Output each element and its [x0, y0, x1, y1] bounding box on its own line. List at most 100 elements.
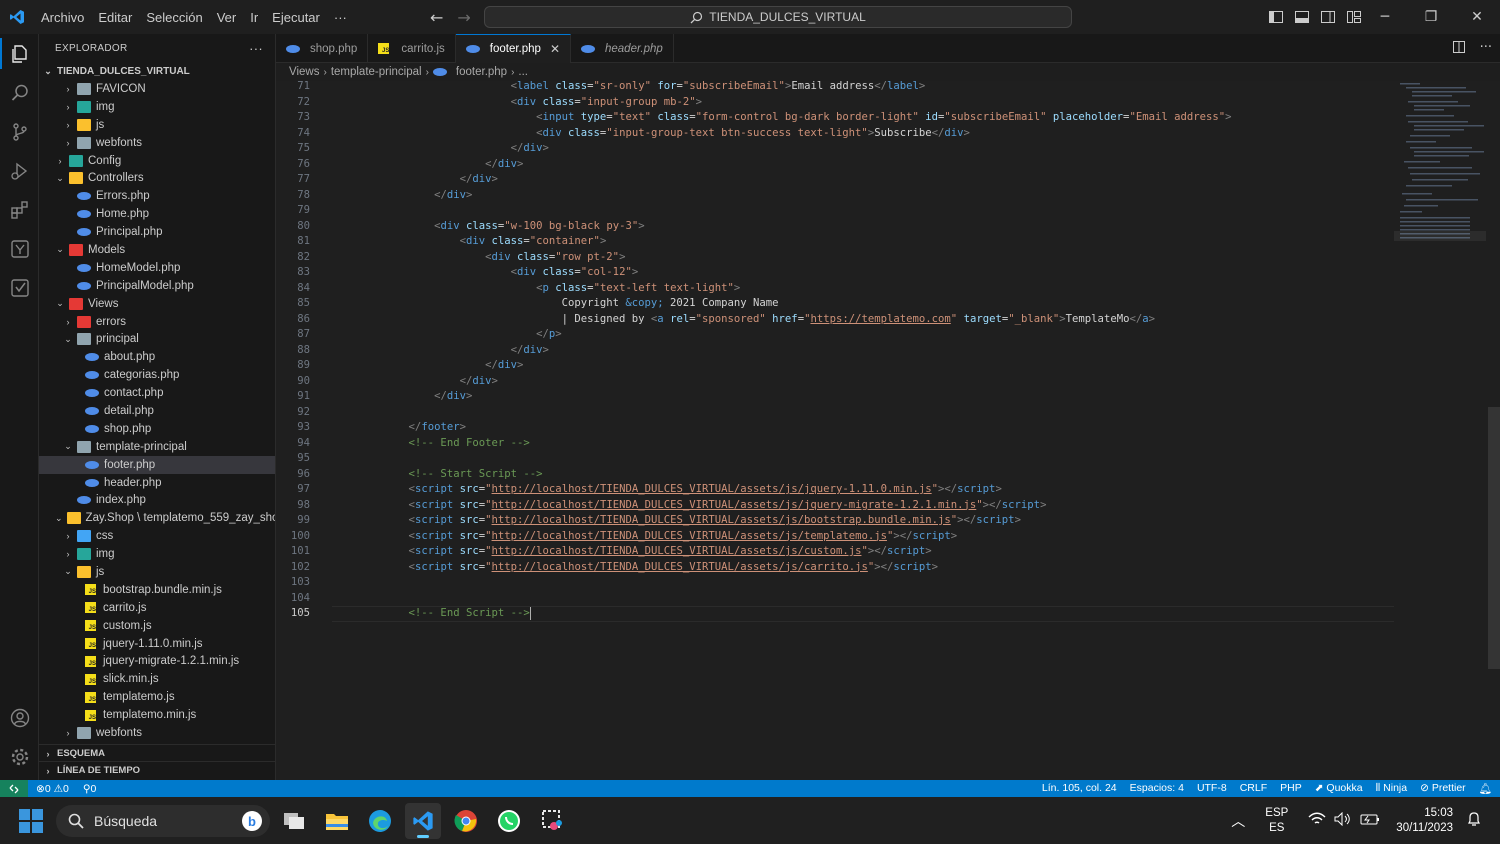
close-tab-icon[interactable]: ✕: [550, 42, 560, 56]
tree-folder[interactable]: › js: [39, 116, 275, 134]
token-url[interactable]: http://localhost/TIENDA_DULCES_VIRTUAL/a…: [492, 514, 951, 526]
snipping-tool-icon[interactable]: [534, 803, 570, 839]
menu-ejecutar[interactable]: Ejecutar: [265, 10, 327, 25]
tree-file[interactable]: footer.php: [39, 455, 275, 474]
breadcrumb-item[interactable]: Views: [289, 66, 319, 78]
explorer-icon[interactable]: [0, 34, 39, 73]
remote-explorer-icon[interactable]: [0, 229, 39, 268]
menu-archivo[interactable]: Archivo: [34, 10, 91, 25]
show-hidden-icons-chevron-up-icon[interactable]: ︿: [1231, 811, 1245, 831]
token-url[interactable]: http://localhost/TIENDA_DULCES_VIRTUAL/a…: [492, 483, 932, 495]
tree-folder[interactable]: › webfonts: [39, 134, 275, 152]
code-editor[interactable]: 71 <label class="sr-only" for="subscribe…: [276, 81, 1500, 780]
tree-file[interactable]: shop.php: [39, 420, 275, 438]
menu-ir[interactable]: Ir: [243, 10, 265, 25]
prettier-status[interactable]: ⊘ Prettier: [1420, 782, 1466, 795]
wifi-icon[interactable]: [1308, 812, 1326, 829]
remote-indicator-icon[interactable]: [0, 780, 28, 797]
minimap[interactable]: [1394, 81, 1486, 251]
timeline-section[interactable]: › LÍNEA DE TIEMPO: [39, 761, 276, 779]
explorer-more-icon[interactable]: ···: [249, 41, 263, 56]
language-mode[interactable]: PHP: [1280, 782, 1302, 795]
tab-shop-php[interactable]: shop.php: [276, 34, 369, 63]
tree-folder[interactable]: ⌄ template-principal: [39, 438, 275, 456]
taskbar-search[interactable]: Búsqueda b: [56, 805, 270, 837]
tree-folder[interactable]: ⌄ js: [39, 563, 275, 581]
cursor-position[interactable]: Lín. 105, col. 24: [1042, 782, 1117, 795]
source-control-icon[interactable]: [0, 112, 39, 151]
tree-folder[interactable]: › Config: [39, 152, 275, 170]
toggle-secondary-sidebar-icon[interactable]: [1320, 9, 1336, 25]
tree-file[interactable]: JS jquery-migrate-1.2.1.min.js: [39, 653, 275, 671]
notifications-bell-icon[interactable]: 🔔︎: [1479, 782, 1492, 795]
menu-editar[interactable]: Editar: [91, 10, 139, 25]
restore-icon[interactable]: ❐: [1408, 0, 1454, 34]
close-icon[interactable]: ✕: [1454, 0, 1500, 34]
tree-file[interactable]: about.php: [39, 348, 275, 366]
token-url[interactable]: http://localhost/TIENDA_DULCES_VIRTUAL/a…: [492, 499, 977, 511]
menu-more[interactable]: ···: [327, 10, 354, 25]
more-actions-icon[interactable]: ···: [1480, 40, 1492, 57]
tree-file[interactable]: JS carrito.js: [39, 599, 275, 617]
chrome-icon[interactable]: [448, 803, 484, 839]
split-editor-icon[interactable]: [1452, 40, 1466, 57]
ninja-status[interactable]: ⦀ Ninja: [1376, 782, 1407, 795]
tree-folder[interactable]: › webfonts: [39, 724, 275, 742]
battery-icon[interactable]: [1360, 812, 1380, 829]
volume-icon[interactable]: [1334, 811, 1352, 829]
tree-file[interactable]: categorias.php: [39, 366, 275, 384]
end-of-line[interactable]: CRLF: [1240, 782, 1267, 795]
tree-file[interactable]: JS bootstrap.bundle.min.js: [39, 581, 275, 599]
tree-file[interactable]: contact.php: [39, 384, 275, 402]
breadcrumb-item[interactable]: footer.php: [456, 66, 507, 78]
ports-status[interactable]: ⚲0: [83, 783, 97, 795]
quokka-status[interactable]: ⬈ Quokka: [1315, 782, 1363, 795]
customize-layout-icon[interactable]: [1346, 9, 1362, 25]
toggle-panel-icon[interactable]: [1294, 9, 1310, 25]
notification-bell-icon[interactable]: [1467, 811, 1481, 830]
account-icon[interactable]: [0, 698, 39, 737]
tree-folder[interactable]: ⌄ Models: [39, 241, 275, 259]
toggle-primary-sidebar-icon[interactable]: [1268, 9, 1284, 25]
tree-folder[interactable]: › img: [39, 545, 275, 563]
editor-scrollbar[interactable]: [1488, 407, 1500, 669]
command-center-search[interactable]: TIENDA_DULCES_VIRTUAL: [484, 6, 1072, 28]
tab-carrito-js[interactable]: JS carrito.js: [368, 34, 456, 63]
tree-file[interactable]: PrincipalModel.php: [39, 277, 275, 295]
tree-folder[interactable]: ⌄ principal: [39, 330, 275, 348]
tree-folder[interactable]: › FAVICON: [39, 80, 275, 98]
back-arrow-icon[interactable]: ←: [430, 8, 443, 27]
breadcrumb-item[interactable]: template-principal: [331, 66, 422, 78]
token-url[interactable]: http://localhost/TIENDA_DULCES_VIRTUAL/a…: [492, 530, 887, 542]
project-root[interactable]: ⌄ TIENDA_DULCES_VIRTUAL: [39, 62, 275, 80]
vscode-taskbar-icon[interactable]: [405, 803, 441, 839]
problems-status[interactable]: ⊗0 ⚠0: [36, 783, 69, 795]
tree-file[interactable]: JS custom.js: [39, 617, 275, 635]
bing-icon[interactable]: b: [242, 811, 262, 831]
file-explorer-icon[interactable]: [319, 803, 355, 839]
tree-file[interactable]: JS jquery-1.11.0.min.js: [39, 635, 275, 653]
testing-icon[interactable]: [0, 268, 39, 307]
tree-folder[interactable]: › img: [39, 98, 275, 116]
tree-file[interactable]: detail.php: [39, 402, 275, 420]
edge-browser-icon[interactable]: [362, 803, 398, 839]
settings-gear-icon[interactable]: [0, 737, 39, 776]
extensions-icon[interactable]: [0, 190, 39, 229]
tree-folder[interactable]: ⌄ Zay.Shop \ templatemo_559_zay_shop \...: [39, 509, 275, 527]
run-debug-icon[interactable]: [0, 151, 39, 190]
minimize-icon[interactable]: ─: [1362, 0, 1408, 34]
tab-footer-php[interactable]: footer.php ✕: [455, 34, 571, 63]
encoding[interactable]: UTF-8: [1197, 782, 1227, 795]
tree-file[interactable]: JS templatemo.js: [39, 688, 275, 706]
tree-file[interactable]: header.php: [39, 474, 275, 492]
windows-start-icon[interactable]: [19, 808, 43, 833]
tree-file[interactable]: Errors.php: [39, 187, 275, 205]
outline-section[interactable]: › ESQUEMA: [39, 744, 276, 762]
search-icon[interactable]: [0, 73, 39, 112]
tree-folder[interactable]: ⌄ Views: [39, 295, 275, 313]
breadcrumb-item[interactable]: ...: [518, 66, 528, 78]
indentation[interactable]: Espacios: 4: [1130, 782, 1184, 795]
tree-file[interactable]: JS templatemo.min.js: [39, 706, 275, 724]
menu-seleccion[interactable]: Selección: [139, 10, 209, 25]
tree-folder[interactable]: › errors: [39, 313, 275, 331]
